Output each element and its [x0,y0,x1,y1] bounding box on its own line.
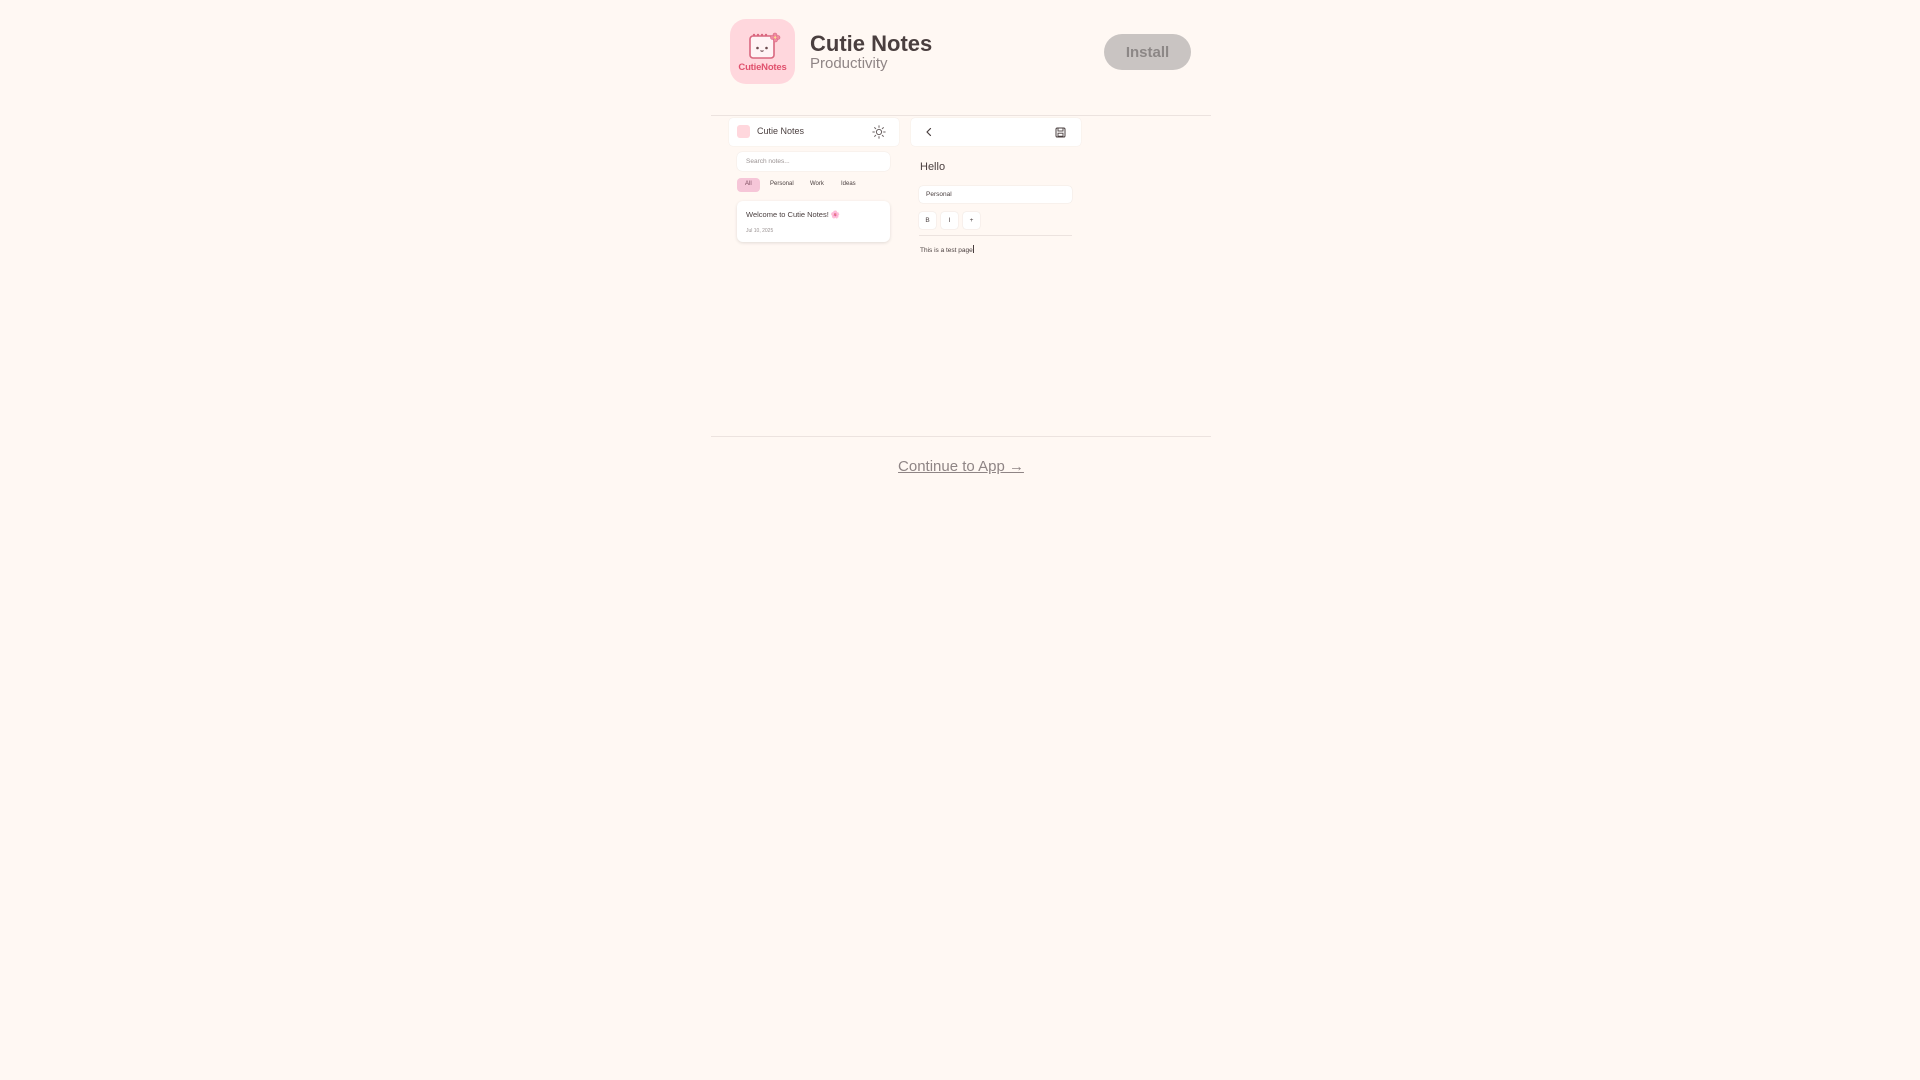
app-category: Productivity [810,55,888,72]
app-icon: CutieNotes [730,19,795,84]
note-date: Jul 10, 2025 [746,228,774,234]
editor-body: This is a test page [920,245,974,254]
chip-work: Work [810,181,824,187]
continue-to-app-link[interactable]: Continue to App → [711,458,1211,475]
app-header: CutieNotes Cutie Notes Productivity Inst… [711,0,1211,116]
editor-header [911,118,1081,146]
notes-list-title: Cutie Notes [757,126,805,136]
back-arrow-icon [926,127,932,137]
screenshot-notes-list: Cutie Notes Search notes... All Personal… [729,116,899,356]
save-icon [1055,127,1066,138]
note-card: Welcome to Cutie Notes! 🌸 Jul 10, 2025 [737,201,890,242]
app-logo-icon [737,125,750,138]
chip-ideas: Ideas [841,181,856,187]
note-title: Welcome to Cutie Notes! 🌸 [746,210,841,219]
app-name: Cutie Notes [810,31,933,56]
bold-button: B [919,212,936,229]
notes-list-header: Cutie Notes [729,118,899,146]
screenshot-gallery: Cutie Notes Search notes... All Personal… [711,116,1211,437]
toolbar-divider [919,235,1072,236]
install-page: CutieNotes Cutie Notes Productivity Inst… [711,0,1211,475]
text-caret [972,245,974,253]
category-select: Personal [919,186,1072,203]
add-button: + [963,212,980,229]
italic-button: I [941,212,958,229]
search-input: Search notes... [737,152,890,171]
install-button[interactable]: Install [1104,34,1191,70]
sun-icon [872,125,886,139]
screenshot-note-editor: Hello Personal B I + This is a test page [911,116,1081,356]
editor-note-title: Hello [920,161,946,173]
notebook-icon [748,32,780,59]
app-icon-label: CutieNotes [738,61,787,73]
editor-body-text: This is a test page [920,247,973,254]
chip-personal: Personal [770,181,794,187]
chip-all: All [737,178,760,192]
